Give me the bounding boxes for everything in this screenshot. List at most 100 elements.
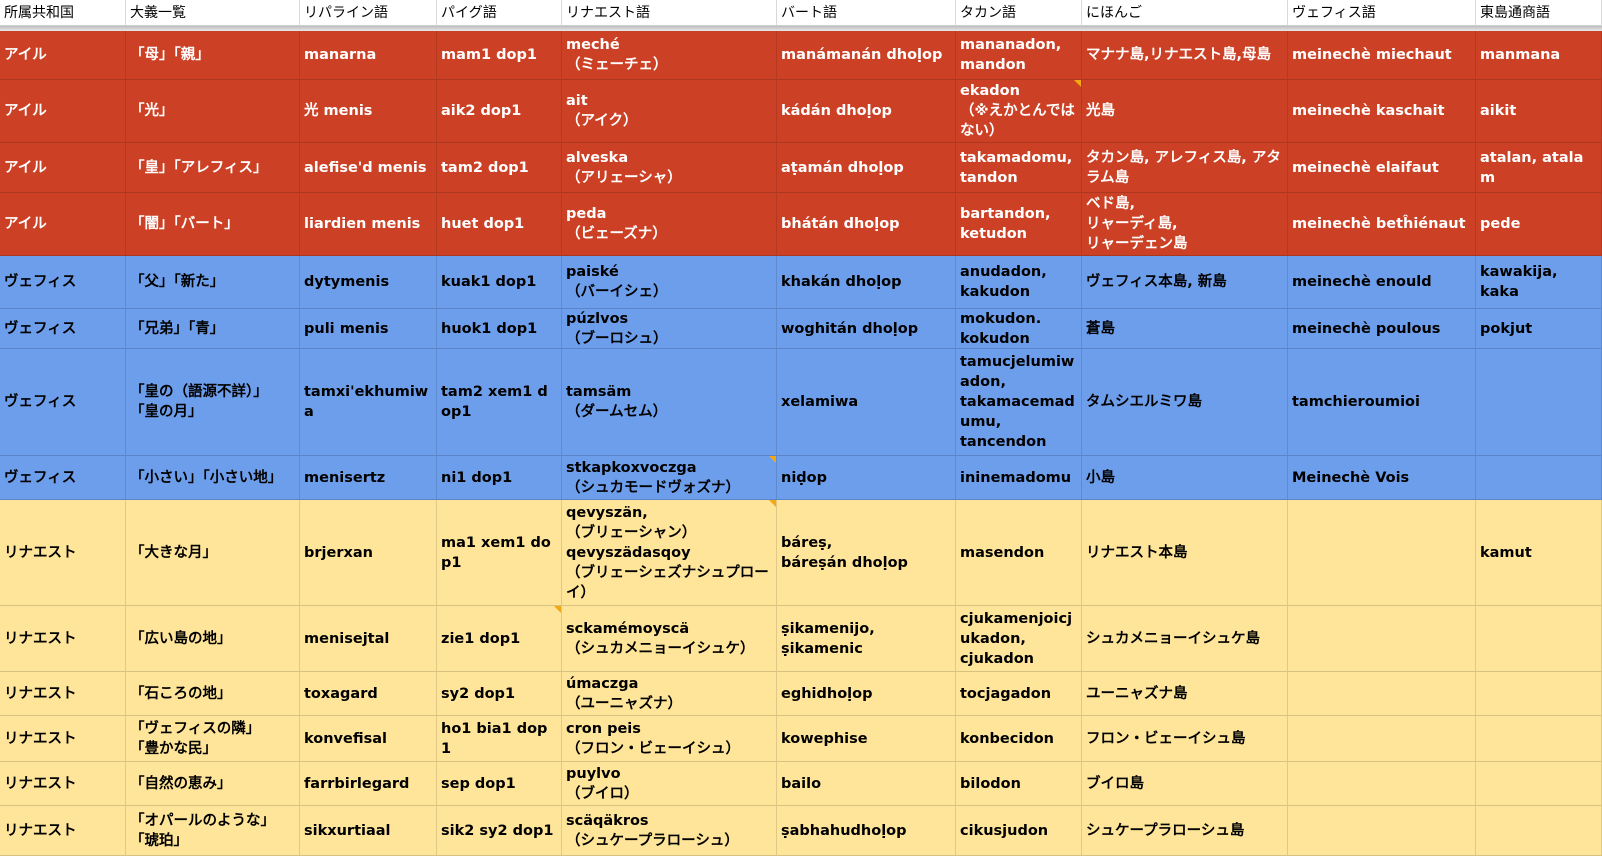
- table-cell[interactable]: [1476, 606, 1602, 672]
- table-cell[interactable]: [1476, 672, 1602, 716]
- table-cell[interactable]: アイル: [0, 80, 126, 143]
- table-cell[interactable]: [1476, 762, 1602, 806]
- table-cell[interactable]: タカン島, アレフィス島, アタラム島: [1082, 143, 1288, 193]
- table-cell[interactable]: tam2 xem1 dop1: [437, 349, 562, 456]
- table-cell[interactable]: kawakija, kaka: [1476, 256, 1602, 309]
- table-cell[interactable]: ma1 xem1 dop1: [437, 500, 562, 606]
- table-cell[interactable]: takamadomu, tandon: [956, 143, 1082, 193]
- comment-indicator-icon[interactable]: [769, 456, 776, 463]
- table-cell[interactable]: báreṣ, báreṣán dhoḷop: [777, 500, 956, 606]
- table-cell[interactable]: sy2 dop1: [437, 672, 562, 716]
- table-cell[interactable]: úmaczga （ユーニャズナ）: [562, 672, 777, 716]
- table-cell[interactable]: meché （ミェーチェ）: [562, 31, 777, 80]
- table-cell[interactable]: dytymenis: [300, 256, 437, 309]
- table-cell[interactable]: mokudon. kokudon: [956, 309, 1082, 349]
- table-cell[interactable]: [1288, 716, 1476, 762]
- table-cell[interactable]: タムシエルミワ島: [1082, 349, 1288, 456]
- table-cell[interactable]: ユーニャズナ島: [1082, 672, 1288, 716]
- column-header[interactable]: バート語: [777, 0, 956, 26]
- column-header[interactable]: 東島通商語: [1476, 0, 1602, 26]
- table-cell[interactable]: farrbirlegard: [300, 762, 437, 806]
- table-cell[interactable]: 光 menis: [300, 80, 437, 143]
- table-cell[interactable]: manarna: [300, 31, 437, 80]
- table-cell[interactable]: アイル: [0, 31, 126, 80]
- table-cell[interactable]: bailo: [777, 762, 956, 806]
- table-cell[interactable]: ヴェフィス: [0, 349, 126, 456]
- table-cell[interactable]: リナエスト: [0, 606, 126, 672]
- table-cell[interactable]: 光島: [1082, 80, 1288, 143]
- table-cell[interactable]: scäqäkros （シュケープラローシュ）: [562, 806, 777, 856]
- table-cell[interactable]: manámanán dhoḷop: [777, 31, 956, 80]
- table-cell[interactable]: atalan, atalam: [1476, 143, 1602, 193]
- table-cell[interactable]: pede: [1476, 193, 1602, 256]
- table-cell[interactable]: kowephise: [777, 716, 956, 762]
- table-cell[interactable]: tamchieroumioi: [1288, 349, 1476, 456]
- table-cell[interactable]: 「オパールのような」 「琥珀」: [126, 806, 300, 856]
- table-cell[interactable]: khakán dhoḷop: [777, 256, 956, 309]
- table-cell[interactable]: pokjut: [1476, 309, 1602, 349]
- table-cell[interactable]: リナエスト: [0, 716, 126, 762]
- table-cell[interactable]: ait （アイク）: [562, 80, 777, 143]
- table-cell[interactable]: peda （ビェーズナ）: [562, 193, 777, 256]
- column-header[interactable]: パイグ語: [437, 0, 562, 26]
- table-cell[interactable]: kuak1 dop1: [437, 256, 562, 309]
- table-cell[interactable]: masendon: [956, 500, 1082, 606]
- table-cell[interactable]: meinechè poulous: [1288, 309, 1476, 349]
- table-cell[interactable]: 「皇」「アレフィス」: [126, 143, 300, 193]
- table-cell[interactable]: bartandon, ketudon: [956, 193, 1082, 256]
- table-cell[interactable]: meinechè kaschait: [1288, 80, 1476, 143]
- table-cell[interactable]: [1288, 500, 1476, 606]
- table-cell[interactable]: niḍop: [777, 456, 956, 500]
- table-cell[interactable]: anudadon, kakudon: [956, 256, 1082, 309]
- table-cell[interactable]: ヴェフィス: [0, 309, 126, 349]
- table-cell[interactable]: ho1 bia1 dop1: [437, 716, 562, 762]
- table-cell[interactable]: púzlvos （ブーロシュ）: [562, 309, 777, 349]
- table-cell[interactable]: リナエスト本島: [1082, 500, 1288, 606]
- table-cell[interactable]: aikit: [1476, 80, 1602, 143]
- table-cell[interactable]: ヴェフィス本島, 新島: [1082, 256, 1288, 309]
- table-cell[interactable]: liardien menis: [300, 193, 437, 256]
- table-cell[interactable]: kádán dhoḷop: [777, 80, 956, 143]
- table-cell[interactable]: meinechè miechaut: [1288, 31, 1476, 80]
- table-cell[interactable]: Meinechè Vois: [1288, 456, 1476, 500]
- table-cell[interactable]: リナエスト: [0, 500, 126, 606]
- table-cell[interactable]: bilodon: [956, 762, 1082, 806]
- table-cell[interactable]: 「母」「親」: [126, 31, 300, 80]
- column-header[interactable]: にほんご: [1082, 0, 1288, 26]
- table-cell[interactable]: 「自然の恵み」: [126, 762, 300, 806]
- table-cell[interactable]: tamxi'ekhumiwa: [300, 349, 437, 456]
- table-cell[interactable]: ヴェフィス: [0, 256, 126, 309]
- table-cell[interactable]: 「兄弟」「青」: [126, 309, 300, 349]
- table-cell[interactable]: mam1 dop1: [437, 31, 562, 80]
- table-cell[interactable]: tam2 dop1: [437, 143, 562, 193]
- table-cell[interactable]: meinechè elaifaut: [1288, 143, 1476, 193]
- comment-indicator-icon[interactable]: [769, 500, 776, 507]
- table-cell[interactable]: alveska （アリェーシャ）: [562, 143, 777, 193]
- table-cell[interactable]: [1288, 606, 1476, 672]
- table-cell[interactable]: シュカメニョーイシュケ島: [1082, 606, 1288, 672]
- table-cell[interactable]: aṭamán dhoḷop: [777, 143, 956, 193]
- table-cell[interactable]: マナナ島,リナエスト島,母島: [1082, 31, 1288, 80]
- table-cell[interactable]: cikusjudon: [956, 806, 1082, 856]
- table-cell[interactable]: 蒼島: [1082, 309, 1288, 349]
- table-cell[interactable]: menisertz: [300, 456, 437, 500]
- table-cell[interactable]: tamucjelumiwadon, takamacemadumu, tancen…: [956, 349, 1082, 456]
- table-cell[interactable]: puylvo （ブイロ）: [562, 762, 777, 806]
- table-cell[interactable]: [1476, 716, 1602, 762]
- table-cell[interactable]: 「闇」「バート」: [126, 193, 300, 256]
- table-cell[interactable]: 「皇の（語源不詳）」 「皇の月」: [126, 349, 300, 456]
- table-cell[interactable]: tocjagadon: [956, 672, 1082, 716]
- table-cell[interactable]: cron peis （フロン・ビェーイシュ）: [562, 716, 777, 762]
- table-cell[interactable]: puli menis: [300, 309, 437, 349]
- table-cell[interactable]: sep dop1: [437, 762, 562, 806]
- table-cell[interactable]: [1288, 762, 1476, 806]
- table-cell[interactable]: リナエスト: [0, 762, 126, 806]
- table-cell[interactable]: sikxurtiaal: [300, 806, 437, 856]
- table-cell[interactable]: アイル: [0, 193, 126, 256]
- table-cell[interactable]: 「石ころの地」: [126, 672, 300, 716]
- table-cell[interactable]: brjerxan: [300, 500, 437, 606]
- table-cell[interactable]: mananadon, mandon: [956, 31, 1082, 80]
- table-cell[interactable]: [1288, 806, 1476, 856]
- table-cell[interactable]: 「大きな月」: [126, 500, 300, 606]
- table-cell[interactable]: ベド島, リャーディ島, リャーデェン島: [1082, 193, 1288, 256]
